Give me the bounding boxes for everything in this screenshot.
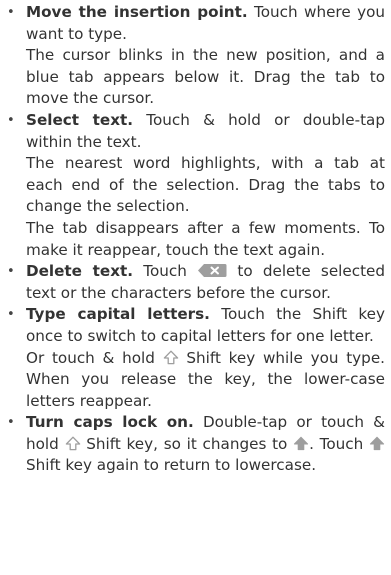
tips-list: Move the insertion point. Touch where yo… xyxy=(0,2,385,477)
item-text: Or touch & hold xyxy=(26,348,155,367)
item-paragraph: The nearest word highlights, with a tab … xyxy=(26,154,385,216)
shift-filled-icon xyxy=(369,436,385,451)
shift-outline-icon xyxy=(163,350,179,365)
shift-filled-icon xyxy=(293,436,309,451)
item-text: . Touch xyxy=(309,434,364,453)
list-item-delete-text: Delete text. Touch to delete selected te… xyxy=(0,261,385,304)
item-paragraph: The cursor blinks in the new position, a… xyxy=(26,46,385,108)
shift-outline-icon xyxy=(65,436,81,451)
item-text: Shift key, so it changes to xyxy=(86,434,288,453)
item-paragraph: Or touch & hold Shift key while you type… xyxy=(26,348,385,413)
item-heading: Select text. xyxy=(26,110,134,129)
item-paragraph: The tab disappears after a few moments. … xyxy=(26,218,385,259)
list-item-select-text: Select text. Touch & hold or double-tap … xyxy=(0,110,385,261)
item-text: Touch xyxy=(143,262,187,281)
item-text: Shift key again to return to lowercase. xyxy=(26,456,317,475)
item-heading: Type capital letters. xyxy=(26,305,210,324)
list-item-move-insertion: Move the insertion point. Touch where yo… xyxy=(0,2,385,110)
item-heading: Turn caps lock on. xyxy=(26,413,194,432)
help-document: Move the insertion point. Touch where yo… xyxy=(0,0,391,575)
backspace-key-icon xyxy=(197,263,227,278)
item-heading: Move the insertion point. xyxy=(26,3,248,21)
list-item-capital-letters: Type capital letters. Touch the Shift ke… xyxy=(0,304,385,412)
item-heading: Delete text. xyxy=(26,262,134,281)
list-item-caps-lock: Turn caps lock on. Double-tap or touch &… xyxy=(0,412,385,477)
